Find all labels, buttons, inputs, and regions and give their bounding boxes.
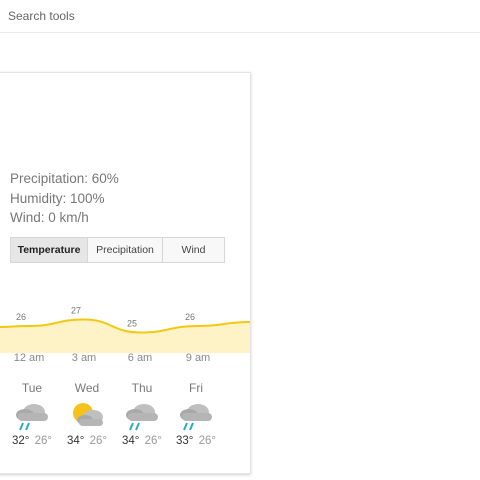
rain-cloud-icon: [16, 404, 48, 431]
day-temps: 32° 26°: [7, 435, 57, 447]
humidity-text: Humidity: 100%: [10, 190, 105, 206]
forecast-day-thu[interactable]: Thu 34° 26°: [117, 381, 167, 447]
temperature-label: 27: [71, 306, 81, 316]
sun-cloud-icon: [73, 403, 103, 426]
precipitation-text: Precipitation: 60%: [10, 171, 119, 186]
low-temp: 26°: [198, 435, 216, 447]
top-toolbar: Search tools: [0, 0, 480, 33]
forecast-day-fri[interactable]: Fri 33° 26°: [171, 381, 221, 447]
chart-tabs: Temperature Precipitation Wind: [10, 237, 225, 263]
rain-cloud-icon: [126, 404, 158, 431]
forecast-day-tue[interactable]: Tue 32° 26°: [7, 381, 57, 447]
low-temp: 26°: [89, 435, 107, 447]
day-temps: 34° 26°: [62, 435, 112, 447]
temperature-chart: 26 27 25 26: [0, 306, 250, 353]
rain-cloud-icon: [180, 404, 212, 431]
day-name: Thu: [131, 381, 153, 395]
low-temp: 26°: [34, 435, 52, 447]
hour-label: 9 am: [185, 352, 211, 364]
search-tools-link[interactable]: Search tools: [8, 9, 75, 23]
low-temp: 26°: [144, 435, 162, 447]
tab-temperature[interactable]: Temperature: [11, 238, 88, 262]
high-temp: 33°: [176, 435, 194, 447]
high-temp: 34°: [122, 435, 140, 447]
high-temp: 32°: [12, 435, 30, 447]
weather-card: Precipitation: 60% Humidity: 100% Wind: …: [0, 72, 251, 474]
tab-wind[interactable]: Wind: [163, 238, 224, 262]
day-temps: 34° 26°: [117, 435, 167, 447]
day-temps: 33° 26°: [171, 435, 221, 447]
temperature-label: 25: [127, 319, 137, 329]
forecast-day-wed[interactable]: Wed 34° 26°: [62, 381, 112, 447]
hour-label: 12 am: [13, 352, 45, 364]
day-name: Wed: [74, 381, 100, 395]
weather-details: Precipitation: 60% Humidity: 100% Wind: …: [10, 169, 119, 228]
hour-label: 3 am: [71, 352, 97, 364]
high-temp: 34°: [67, 435, 85, 447]
temperature-label: 26: [185, 312, 195, 322]
day-name: Tue: [21, 381, 43, 395]
tab-precipitation[interactable]: Precipitation: [88, 238, 163, 262]
temperature-label: 26: [16, 312, 26, 322]
wind-text: Wind: 0 km/h: [10, 210, 89, 225]
hour-label: 6 am: [127, 352, 153, 364]
day-name: Fri: [189, 381, 203, 395]
